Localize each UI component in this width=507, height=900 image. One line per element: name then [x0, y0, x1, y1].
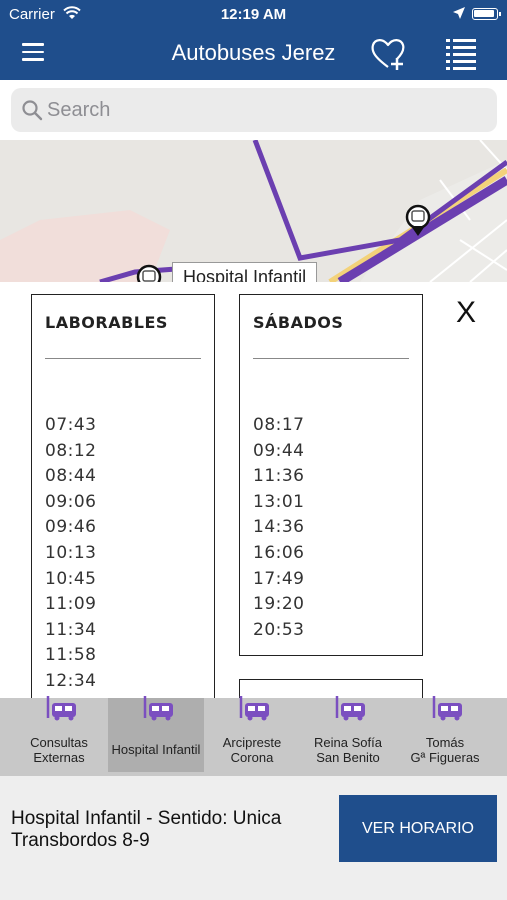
stops-bar: Consultas Externas Hospital Infantil Arci…: [0, 696, 507, 776]
bus-icon: [331, 696, 367, 727]
route-footer: Hospital Infantil - Sentido: Unica Trans…: [0, 776, 507, 900]
departure-time: 17:49: [253, 568, 305, 589]
departure-time: 11:36: [253, 466, 305, 487]
departure-time: 11:58: [45, 645, 97, 666]
departure-time: 11:09: [45, 594, 97, 615]
nav-bar: Autobuses Jerez: [0, 28, 507, 80]
weekday-heading: LABORABLES: [45, 313, 168, 332]
search-box[interactable]: [11, 88, 497, 132]
battery-icon: [472, 8, 501, 20]
map-canvas: [0, 140, 507, 282]
departure-time: 07:43: [45, 415, 97, 435]
location-arrow-icon: [452, 6, 466, 24]
saturday-heading: SÁBADOS: [253, 313, 344, 332]
departure-time: 08:17: [253, 415, 305, 435]
heart-plus-icon[interactable]: [368, 34, 408, 74]
route-info: Hospital Infantil - Sentido: Unica Trans…: [11, 808, 331, 852]
bus-stop-marker-selected[interactable]: [136, 264, 162, 282]
list-icon[interactable]: [445, 37, 477, 71]
departure-time: 09:06: [45, 491, 97, 512]
saturday-times: 08:17 09:44 11:36 13:01 14:36 16:06 17:4…: [253, 413, 305, 643]
stop-label: Reina Sofía San Benito: [314, 735, 382, 765]
bus-icon: [139, 696, 175, 727]
departure-time: 13:01: [253, 491, 305, 512]
route-transfers: Transbordos 8-9: [11, 830, 150, 851]
departure-time: 10:13: [45, 542, 97, 563]
route-direction: Hospital Infantil - Sentido: Unica: [11, 808, 282, 829]
close-button[interactable]: X: [452, 296, 480, 330]
stop-label: Arcipreste Corona: [222, 735, 282, 765]
weekday-schedule: LABORABLES 07:43 08:12 08:44 09:06 09:46…: [31, 294, 215, 698]
stop-item-arcipreste-corona[interactable]: Arcipreste Corona: [204, 696, 300, 772]
stop-item-reina-sofia[interactable]: Reina Sofía San Benito: [300, 696, 396, 772]
departure-time: 20:53: [253, 619, 305, 640]
divider: [45, 358, 201, 359]
departure-time: 12:34: [45, 670, 97, 691]
departure-time: 10:45: [45, 568, 97, 589]
departure-time: 19:20: [253, 594, 305, 615]
search-icon: [21, 99, 43, 126]
status-bar: Carrier 12:19 AM: [0, 0, 507, 28]
departure-time: 14:36: [253, 517, 305, 538]
schedule-overlay: LABORABLES 07:43 08:12 08:44 09:06 09:46…: [0, 282, 507, 698]
stop-label: Consultas Externas: [30, 735, 88, 765]
departure-time: 09:44: [253, 440, 305, 461]
bus-icon: [235, 696, 271, 727]
weekday-times: 07:43 08:12 08:44 09:06 09:46 10:13 10:4…: [45, 413, 97, 695]
map-view[interactable]: Hospital Infantil: [0, 140, 507, 282]
stop-item-hospital-infantil[interactable]: Hospital Infantil: [108, 696, 204, 772]
app-title: Autobuses Jerez: [171, 40, 336, 65]
ver-horario-button[interactable]: VER HORARIO: [339, 795, 497, 862]
search-input[interactable]: [47, 96, 477, 124]
bus-icon: [42, 696, 78, 727]
departure-time: 08:12: [45, 440, 97, 461]
stop-item-tomas-figueras[interactable]: Tomás Gª Figueras: [397, 696, 493, 772]
departure-time: 08:44: [45, 466, 97, 487]
departure-time: 16:06: [253, 542, 305, 563]
map-stop-popup[interactable]: Hospital Infantil: [172, 262, 318, 282]
saturday-schedule: SÁBADOS 08:17 09:44 11:36 13:01 14:36 16…: [239, 294, 423, 656]
clock: 12:19 AM: [220, 6, 287, 23]
divider: [253, 358, 409, 359]
stop-item-consultas-externas[interactable]: Consultas Externas: [11, 696, 107, 772]
bus-icon: [428, 696, 464, 727]
stop-label: Hospital Infantil: [111, 742, 201, 757]
stop-label: Tomás Gª Figueras: [410, 735, 480, 765]
search-bar: [0, 80, 507, 140]
departure-time: 09:46: [45, 517, 97, 538]
departure-time: 11:34: [45, 619, 97, 640]
